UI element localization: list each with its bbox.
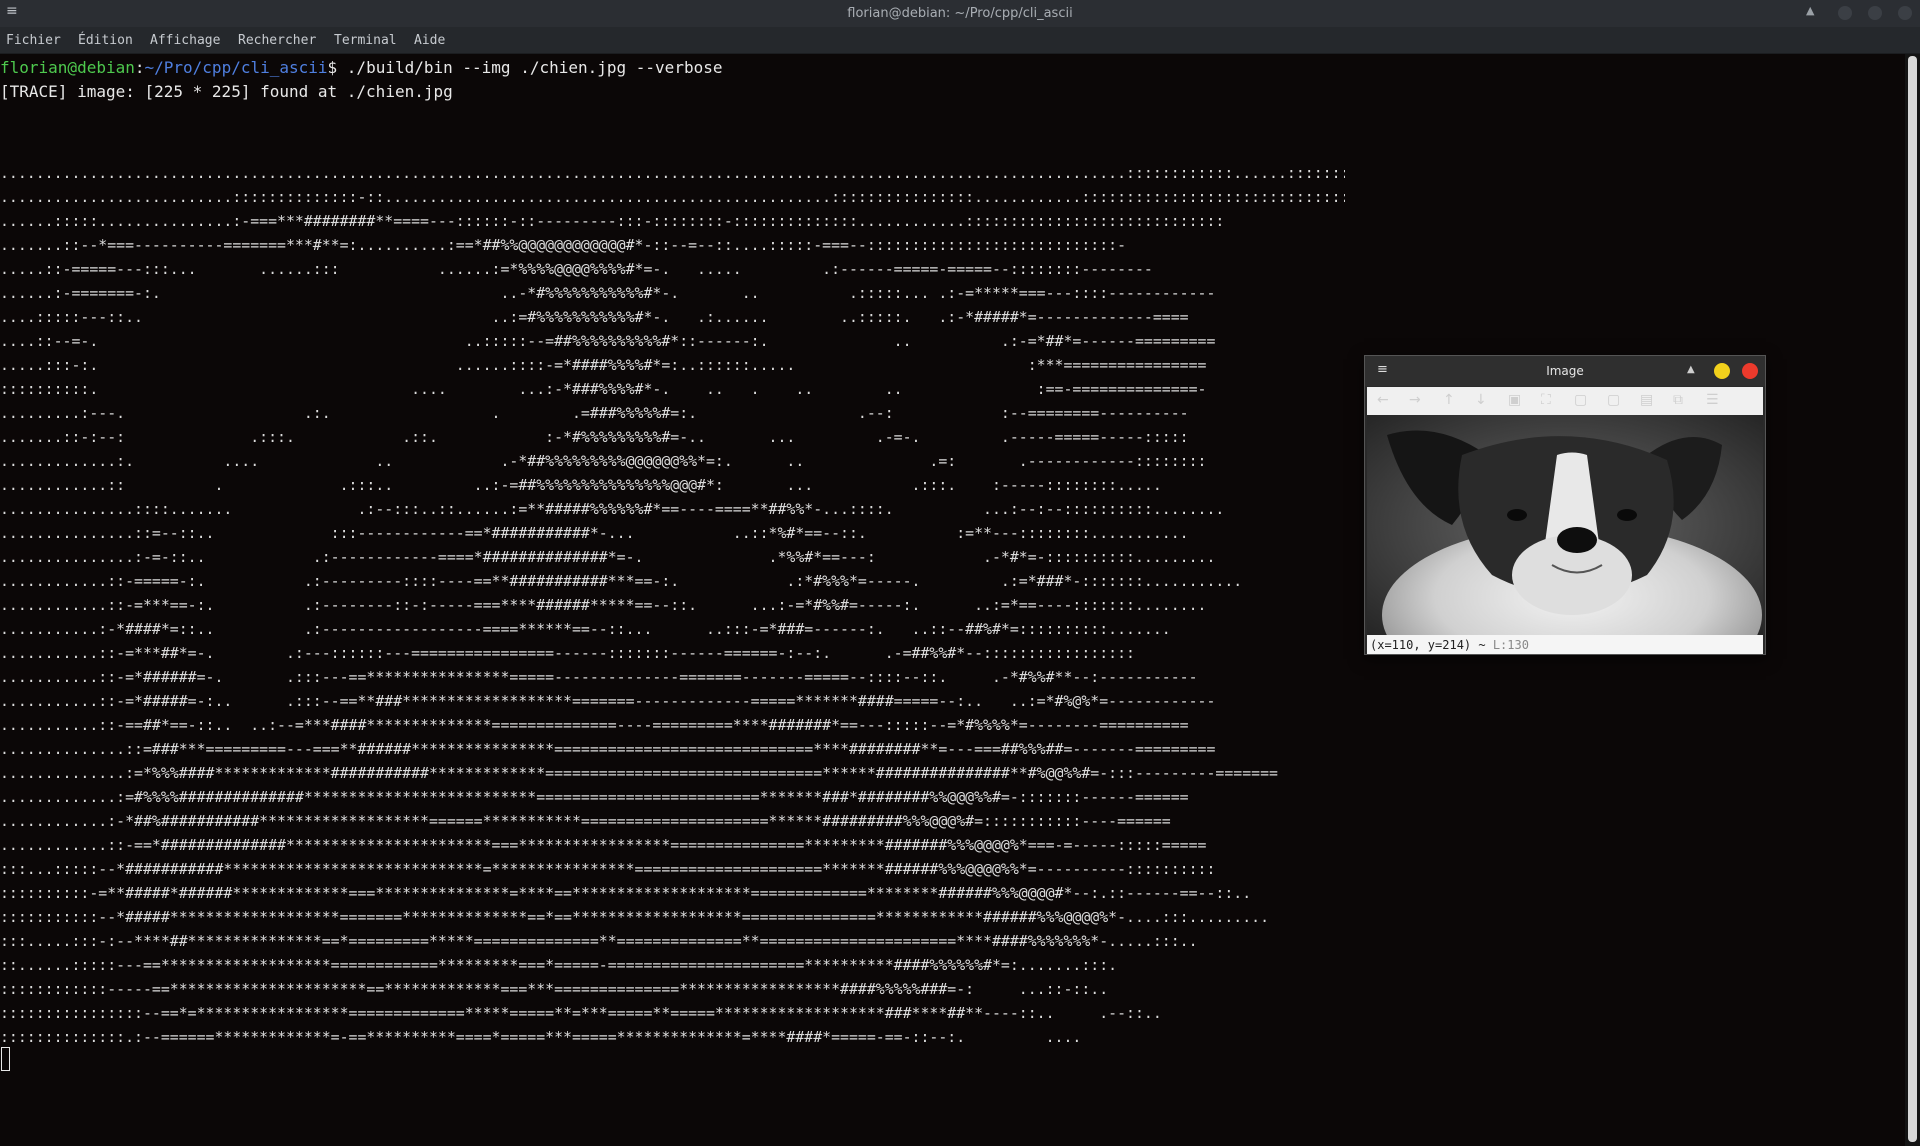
ascii-row: ............:-*##%###########***********… xyxy=(0,812,1171,830)
window-titlebar: ≡ florian@debian: ~/Pro/cpp/cli_ascii ▲ xyxy=(0,0,1920,27)
ascii-row: ........................................… xyxy=(0,164,1345,182)
scrollbar-thumb[interactable] xyxy=(1908,56,1917,1142)
viewer-maximize-icon[interactable]: ▲ xyxy=(1687,364,1695,375)
ascii-row: ..............::=###***=========---===**… xyxy=(0,740,1216,758)
ascii-row: .............:. .... .. .-*##%%%%%%%%%@@… xyxy=(0,452,1207,470)
menu-rechercher[interactable]: Rechercher xyxy=(238,33,316,48)
image-viewer-window[interactable]: ≡ Image ▲ ← → ↑ ↓ ▣ ⛶ ▢ ▢ ▤ ⧉ ☰ (x=110, … xyxy=(1364,355,1766,655)
dog-photo-drawing xyxy=(1367,415,1763,635)
ascii-row: :::...:::::--*###########***************… xyxy=(0,860,1216,878)
ascii-row: ....:::::---::.. ..:=#%%%%%%%%%%%#*-. .:… xyxy=(0,308,1189,326)
prompt-line: florian@debian:~/Pro/cpp/cli_ascii$ ./bu… xyxy=(0,56,722,80)
forward-icon[interactable]: → xyxy=(1409,392,1421,408)
ascii-row: ::......:::::---==*******************===… xyxy=(0,956,1118,974)
ascii-row: .....:::-:. ......::::-=*####%%%%#*=:..:… xyxy=(0,356,1207,374)
ascii-row: ............::-=====-:. .:---------::::-… xyxy=(0,572,1243,590)
ascii-row: :::.....:::-:--****##***************==*=… xyxy=(0,932,1198,950)
terminal-scrollbar[interactable] xyxy=(1905,54,1920,1146)
menu-affichage[interactable]: Affichage xyxy=(150,33,220,48)
ascii-row: .....::-=====---:::... ......::: ......:… xyxy=(0,260,1153,278)
ascii-row: .......::--*===----------=======***#**=:… xyxy=(0,236,1127,254)
viewer-toolbar: ← → ↑ ↓ ▣ ⛶ ▢ ▢ ▤ ⧉ ☰ xyxy=(1367,387,1763,415)
ascii-row: ::::::::::::-----==*********************… xyxy=(0,980,1109,998)
ascii-row: .........:---. .:. . .=###%%%%%#=:. .--:… xyxy=(0,404,1189,422)
ascii-row: ...........:-*####*=::.. .:-------------… xyxy=(0,620,1171,638)
ascii-row: ............:: . .:::.. ..:-=##%%%%%%%%%… xyxy=(0,476,1162,494)
ascii-row: ...............:-=-::.. .:------------==… xyxy=(0,548,1216,566)
viewer-close-button[interactable] xyxy=(1742,363,1758,379)
ascii-row: ............::-=***==-:. .:--------::-:-… xyxy=(0,596,1207,614)
ascii-row: ...........::-=*######=-. .:::---==*****… xyxy=(0,668,1198,686)
up-icon[interactable]: ↑ xyxy=(1443,392,1455,408)
copy-icon[interactable]: ⧉ xyxy=(1673,392,1683,408)
ascii-row: ...........::-=***##*=-. .:---::::::---=… xyxy=(0,644,1135,662)
save-icon[interactable]: ▤ xyxy=(1640,392,1653,408)
ascii-row: ..........................::::::::::::::… xyxy=(0,188,1345,206)
menubar: Fichier Édition Affichage Rechercher Ter… xyxy=(0,27,1920,54)
ascii-row: ............::-==*##############********… xyxy=(0,836,1207,854)
delete-icon[interactable]: ▣ xyxy=(1508,392,1521,408)
menu-list-icon[interactable]: ☰ xyxy=(1706,392,1719,408)
prompt-symbol: $ xyxy=(327,58,347,77)
menu-aide[interactable]: Aide xyxy=(414,33,445,48)
ascii-row: ...........::-=*#####=-:.. .:::--==**###… xyxy=(0,692,1216,710)
ascii-row: .......::-:--: .:::. .::. :-*#%%%%%%%%%#… xyxy=(0,428,1189,446)
down-icon[interactable]: ↓ xyxy=(1475,392,1487,408)
terminal-cursor xyxy=(1,1047,10,1071)
ascii-row: ...............::=--::.. :::------------… xyxy=(0,524,1189,542)
luminance-value: L:130 xyxy=(1492,638,1529,652)
ascii-row: ......:-=======-:. ..-*#%%%%%%%%%%%#*-. … xyxy=(0,284,1216,302)
ascii-row: ::::::::::::::::--==*=*****************=… xyxy=(0,1004,1162,1022)
viewer-statusbar: (x=110, y=214) ~ L:130 xyxy=(1367,635,1763,654)
ascii-art-output: ........................................… xyxy=(0,161,1345,1046)
actual-size-icon[interactable]: ▢ xyxy=(1607,392,1620,408)
window-maximize-icon[interactable]: ▲ xyxy=(1806,4,1814,17)
ascii-row: ..............:=*%%%####*************###… xyxy=(0,764,1278,782)
ascii-row: ::::::::::-=**#####*######*************=… xyxy=(0,884,1252,902)
viewer-titlebar[interactable]: ≡ Image ▲ xyxy=(1365,356,1765,386)
prompt-separator: : xyxy=(134,58,145,77)
viewer-minimize-button[interactable] xyxy=(1714,363,1730,379)
prompt-user: florian@debian xyxy=(0,58,135,77)
ascii-row: :::::::::::--*#####*******************==… xyxy=(0,908,1270,926)
ascii-row: .............:=#%%%%##############******… xyxy=(0,788,1189,806)
back-icon[interactable]: ← xyxy=(1377,392,1389,408)
window-title: florian@debian: ~/Pro/cpp/cli_ascii xyxy=(847,6,1073,21)
menu-fichier[interactable]: Fichier xyxy=(6,33,61,48)
ascii-row: ......:::::...............:-===***######… xyxy=(0,212,1225,230)
menu-edition[interactable]: Édition xyxy=(78,33,133,48)
window-maximize-button[interactable] xyxy=(1868,6,1882,20)
cursor-coordinates: (x=110, y=214) ~ xyxy=(1370,638,1493,652)
ascii-row: ....::--=-. ..:::::--=##%%%%%%%%%%#*::--… xyxy=(0,332,1216,350)
viewer-title: Image xyxy=(1546,364,1584,378)
ascii-row: ...........::-==##*==-::.. ..:--=***####… xyxy=(0,716,1189,734)
command-text: ./build/bin --img ./chien.jpg --verbose xyxy=(346,58,723,77)
menu-terminal[interactable]: Terminal xyxy=(334,33,397,48)
trace-line: [TRACE] image: [225 * 225] found at ./ch… xyxy=(0,82,453,101)
fit-icon[interactable]: ▢ xyxy=(1574,392,1587,408)
window-close-button[interactable] xyxy=(1898,6,1912,20)
dog-photo xyxy=(1367,415,1763,635)
prompt-path: ~/Pro/cpp/cli_ascii xyxy=(144,58,328,77)
fullscreen-icon[interactable]: ⛶ xyxy=(1541,392,1551,408)
window-minimize-button[interactable] xyxy=(1838,6,1852,20)
ascii-row: ::::::::::::::.:--======*************=-=… xyxy=(0,1028,1082,1046)
ascii-row: ::::::::::. .... ...:-*###%%%%#*-. .. . … xyxy=(0,380,1207,398)
ascii-row: ...............::::....... .:--:::..::..… xyxy=(0,500,1225,518)
